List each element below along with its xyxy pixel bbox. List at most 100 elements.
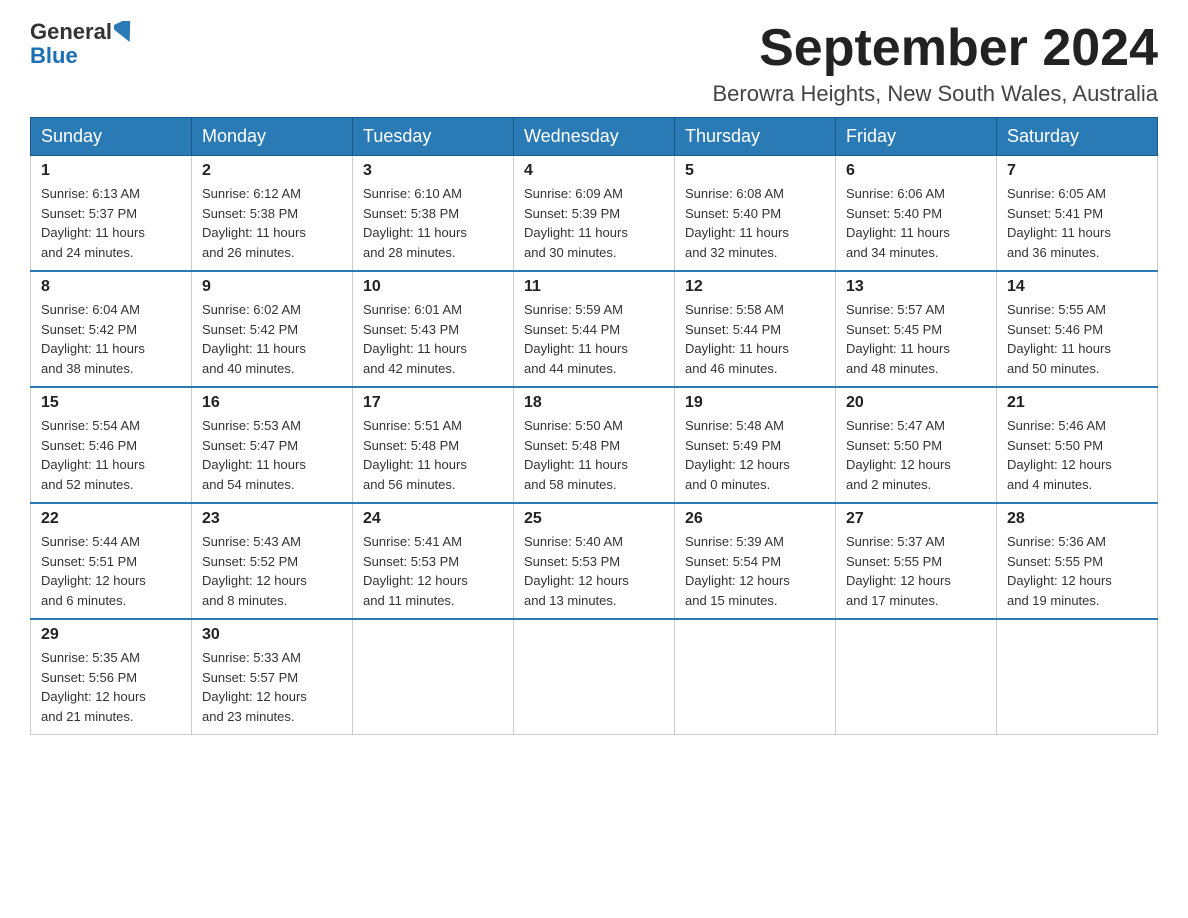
day-number: 15 (41, 394, 181, 412)
day-info: Sunrise: 5:43 AMSunset: 5:52 PMDaylight:… (202, 532, 342, 610)
header-thursday: Thursday (675, 118, 836, 156)
day-info: Sunrise: 5:55 AMSunset: 5:46 PMDaylight:… (1007, 300, 1147, 378)
title-block: September 2024 Berowra Heights, New Sout… (713, 20, 1159, 107)
header-saturday: Saturday (997, 118, 1158, 156)
header-tuesday: Tuesday (353, 118, 514, 156)
day-info: Sunrise: 5:53 AMSunset: 5:47 PMDaylight:… (202, 416, 342, 494)
day-info: Sunrise: 5:39 AMSunset: 5:54 PMDaylight:… (685, 532, 825, 610)
table-row: 13Sunrise: 5:57 AMSunset: 5:45 PMDayligh… (836, 271, 997, 387)
month-title: September 2024 (713, 20, 1159, 77)
table-row: 5 Sunrise: 6:08 AMSunset: 5:40 PMDaylight… (675, 156, 836, 272)
day-number: 8 (41, 278, 181, 296)
day-number: 4 (524, 162, 664, 180)
table-row: 25Sunrise: 5:40 AMSunset: 5:53 PMDayligh… (514, 503, 675, 619)
day-info: Sunrise: 6:06 AMSunset: 5:40 PMDaylight:… (846, 184, 986, 262)
day-number: 11 (524, 278, 664, 296)
day-info: Sunrise: 5:54 AMSunset: 5:46 PMDaylight:… (41, 416, 181, 494)
table-row: 28 Sunrise: 5:36 AMSunset: 5:55 PMDayligh… (997, 503, 1158, 619)
table-row (514, 619, 675, 735)
table-row (353, 619, 514, 735)
table-row: 12 Sunrise: 5:58 AMSunset: 5:44 PMDayligh… (675, 271, 836, 387)
header-sunday: Sunday (31, 118, 192, 156)
day-number: 5 (685, 162, 825, 180)
day-number: 26 (685, 510, 825, 528)
day-number: 2 (202, 162, 342, 180)
day-number: 27 (846, 510, 986, 528)
day-info: Sunrise: 5:48 AMSunset: 5:49 PMDaylight:… (685, 416, 825, 494)
calendar-week-row: 8 Sunrise: 6:04 AMSunset: 5:42 PMDaylight… (31, 271, 1158, 387)
day-info: Sunrise: 5:41 AMSunset: 5:53 PMDaylight:… (363, 532, 503, 610)
day-info: Sunrise: 5:47 AMSunset: 5:50 PMDaylight:… (846, 416, 986, 494)
day-number: 12 (685, 278, 825, 296)
day-number: 20 (846, 394, 986, 412)
table-row: 17Sunrise: 5:51 AMSunset: 5:48 PMDayligh… (353, 387, 514, 503)
day-info: Sunrise: 5:50 AMSunset: 5:48 PMDaylight:… (524, 416, 664, 494)
day-number: 6 (846, 162, 986, 180)
day-number: 30 (202, 626, 342, 644)
day-number: 18 (524, 394, 664, 412)
day-number: 1 (41, 162, 181, 180)
day-info: Sunrise: 5:59 AMSunset: 5:44 PMDaylight:… (524, 300, 664, 378)
logo: General Blue (30, 20, 136, 68)
table-row (997, 619, 1158, 735)
day-info: Sunrise: 6:12 AMSunset: 5:38 PMDaylight:… (202, 184, 342, 262)
day-number: 19 (685, 394, 825, 412)
table-row: 21 Sunrise: 5:46 AMSunset: 5:50 PMDayligh… (997, 387, 1158, 503)
header-monday: Monday (192, 118, 353, 156)
table-row: 10 Sunrise: 6:01 AMSunset: 5:43 PMDayligh… (353, 271, 514, 387)
table-row: 9Sunrise: 6:02 AMSunset: 5:42 PMDaylight… (192, 271, 353, 387)
day-number: 28 (1007, 510, 1147, 528)
day-info: Sunrise: 5:58 AMSunset: 5:44 PMDaylight:… (685, 300, 825, 378)
day-number: 21 (1007, 394, 1147, 412)
day-info: Sunrise: 6:01 AMSunset: 5:43 PMDaylight:… (363, 300, 503, 378)
table-row: 19 Sunrise: 5:48 AMSunset: 5:49 PMDayligh… (675, 387, 836, 503)
table-row: 11 Sunrise: 5:59 AMSunset: 5:44 PMDayligh… (514, 271, 675, 387)
day-number: 29 (41, 626, 181, 644)
logo-arrow-icon (114, 21, 136, 43)
day-number: 24 (363, 510, 503, 528)
day-info: Sunrise: 5:46 AMSunset: 5:50 PMDaylight:… (1007, 416, 1147, 494)
calendar-week-row: 29Sunrise: 5:35 AMSunset: 5:56 PMDayligh… (31, 619, 1158, 735)
table-row: 22Sunrise: 5:44 AMSunset: 5:51 PMDayligh… (31, 503, 192, 619)
day-number: 3 (363, 162, 503, 180)
calendar-week-row: 15 Sunrise: 5:54 AMSunset: 5:46 PMDayligh… (31, 387, 1158, 503)
day-info: Sunrise: 5:36 AMSunset: 5:55 PMDaylight:… (1007, 532, 1147, 610)
day-info: Sunrise: 5:57 AMSunset: 5:45 PMDaylight:… (846, 300, 986, 378)
day-number: 14 (1007, 278, 1147, 296)
day-info: Sunrise: 5:33 AMSunset: 5:57 PMDaylight:… (202, 648, 342, 726)
day-info: Sunrise: 6:04 AMSunset: 5:42 PMDaylight:… (41, 300, 181, 378)
table-row: 6 Sunrise: 6:06 AMSunset: 5:40 PMDaylight… (836, 156, 997, 272)
table-row: 16Sunrise: 5:53 AMSunset: 5:47 PMDayligh… (192, 387, 353, 503)
day-number: 9 (202, 278, 342, 296)
day-number: 25 (524, 510, 664, 528)
day-info: Sunrise: 6:10 AMSunset: 5:38 PMDaylight:… (363, 184, 503, 262)
calendar-week-row: 22Sunrise: 5:44 AMSunset: 5:51 PMDayligh… (31, 503, 1158, 619)
table-row: 2 Sunrise: 6:12 AMSunset: 5:38 PMDaylight… (192, 156, 353, 272)
table-row: 4 Sunrise: 6:09 AMSunset: 5:39 PMDaylight… (514, 156, 675, 272)
table-row: 8 Sunrise: 6:04 AMSunset: 5:42 PMDaylight… (31, 271, 192, 387)
table-row: 23 Sunrise: 5:43 AMSunset: 5:52 PMDayligh… (192, 503, 353, 619)
table-row: 7Sunrise: 6:05 AMSunset: 5:41 PMDaylight… (997, 156, 1158, 272)
day-number: 7 (1007, 162, 1147, 180)
day-info: Sunrise: 6:08 AMSunset: 5:40 PMDaylight:… (685, 184, 825, 262)
header-wednesday: Wednesday (514, 118, 675, 156)
table-row (675, 619, 836, 735)
day-number: 10 (363, 278, 503, 296)
table-row: 18 Sunrise: 5:50 AMSunset: 5:48 PMDayligh… (514, 387, 675, 503)
logo-general-text: General (30, 20, 112, 44)
table-row: 15 Sunrise: 5:54 AMSunset: 5:46 PMDayligh… (31, 387, 192, 503)
day-info: Sunrise: 5:37 AMSunset: 5:55 PMDaylight:… (846, 532, 986, 610)
table-row: 1Sunrise: 6:13 AMSunset: 5:37 PMDaylight… (31, 156, 192, 272)
table-row (836, 619, 997, 735)
day-info: Sunrise: 5:44 AMSunset: 5:51 PMDaylight:… (41, 532, 181, 610)
table-row: 27 Sunrise: 5:37 AMSunset: 5:55 PMDayligh… (836, 503, 997, 619)
weekday-header-row: Sunday Monday Tuesday Wednesday Thursday… (31, 118, 1158, 156)
day-number: 23 (202, 510, 342, 528)
table-row: 14 Sunrise: 5:55 AMSunset: 5:46 PMDayligh… (997, 271, 1158, 387)
calendar-week-row: 1Sunrise: 6:13 AMSunset: 5:37 PMDaylight… (31, 156, 1158, 272)
day-info: Sunrise: 6:09 AMSunset: 5:39 PMDaylight:… (524, 184, 664, 262)
day-number: 17 (363, 394, 503, 412)
table-row: 30 Sunrise: 5:33 AMSunset: 5:57 PMDayligh… (192, 619, 353, 735)
location-title: Berowra Heights, New South Wales, Austra… (713, 81, 1159, 107)
header-friday: Friday (836, 118, 997, 156)
